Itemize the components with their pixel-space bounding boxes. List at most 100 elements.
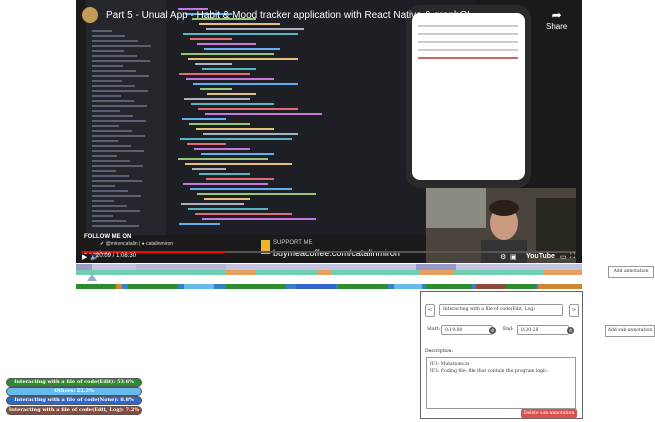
sidebar-file-line <box>92 60 150 62</box>
share-label: Share <box>546 22 568 31</box>
code-line <box>182 118 226 120</box>
sidebar-file-line <box>92 185 115 187</box>
code-line <box>185 163 292 165</box>
timeline-category-track-2[interactable] <box>76 270 582 275</box>
sidebar-file-line <box>92 65 123 67</box>
phone-row <box>418 57 518 59</box>
captions-icon[interactable]: ▣ <box>510 253 517 261</box>
code-line <box>206 28 304 30</box>
video-time: 20:09 / 1:08:30 <box>96 253 137 259</box>
video-player[interactable]: Part 5 - Unual App - Habit & Mood tracke… <box>76 0 582 263</box>
sidebar-file-line <box>92 125 119 127</box>
activity-badge-others: Others: 22.2% <box>6 387 142 396</box>
code-line <box>189 123 250 125</box>
sidebar-file-line <box>92 100 134 102</box>
code-line <box>190 38 232 40</box>
activity-badge-edit-log: Interacting with a file of code(Edit, Lo… <box>6 406 142 415</box>
prev-button[interactable]: < <box>425 304 435 317</box>
sub-annotation-editor: < Interacting with a file of code(Edit, … <box>420 291 583 419</box>
activity-badge-edit: Interacting with a file of code(Edit): 5… <box>6 378 142 387</box>
sidebar-file-line <box>92 80 122 82</box>
code-line <box>195 63 232 65</box>
sidebar-file-line <box>92 175 129 177</box>
code-line <box>194 148 250 150</box>
follow-label: FOLLOW ME ON <box>84 234 132 240</box>
theater-mode-icon[interactable]: ▭ <box>560 253 567 261</box>
sidebar-file-line <box>92 140 118 142</box>
phone-row <box>418 49 518 51</box>
video-frame-phone <box>406 5 531 188</box>
set-start-time-icon[interactable]: ⏱ <box>489 327 496 334</box>
video-frame-phone-screen <box>412 13 525 180</box>
sidebar-file-line <box>92 95 121 97</box>
sidebar-file-line <box>92 225 139 227</box>
sidebar-file-line <box>92 205 127 207</box>
code-line <box>195 213 292 215</box>
description-line: IF1: Mutations.ts <box>430 362 470 367</box>
code-line <box>187 143 226 145</box>
code-line <box>197 43 256 45</box>
code-line <box>190 188 292 190</box>
code-line <box>193 83 298 85</box>
code-line <box>188 58 298 60</box>
sidebar-file-line <box>92 35 125 37</box>
sidebar-file-line <box>92 160 130 162</box>
sidebar-file-line <box>92 50 124 52</box>
sidebar-file-line <box>92 195 141 197</box>
code-line <box>207 93 256 95</box>
sidebar-file-line <box>92 40 138 42</box>
activity-select[interactable]: Interacting with a file of code(Edit, Lo… <box>439 304 563 316</box>
end-time-input[interactable]: 0:20:28 <box>517 325 569 335</box>
share-icon: ➦ <box>551 8 562 22</box>
fullscreen-icon[interactable]: ⛶ <box>570 253 575 261</box>
code-line <box>200 88 232 90</box>
youtube-logo[interactable]: YouTube <box>526 253 555 260</box>
timeline-activity-track[interactable] <box>76 284 582 289</box>
sidebar-file-line <box>92 55 137 57</box>
code-line <box>198 108 298 110</box>
sidebar-file-line <box>92 145 131 147</box>
code-line <box>188 208 268 210</box>
play-icon[interactable]: ▶ <box>82 253 87 261</box>
description-textarea[interactable]: IF1: Mutations.ts IF3: Coding file: file… <box>426 357 576 409</box>
delete-sub-annotation-button[interactable]: Delete sub-annotation <box>521 409 577 418</box>
start-time-input[interactable]: 0:19:00 <box>441 325 493 335</box>
sidebar-file-line <box>92 155 117 157</box>
sidebar-file-line <box>92 200 114 202</box>
code-line <box>205 113 322 115</box>
social-handles: ✔ @mironcatalin | ● catalinmiron <box>100 241 174 247</box>
code-line <box>204 48 280 50</box>
share-button[interactable]: ➦ Share <box>546 8 567 31</box>
channel-avatar[interactable] <box>82 7 98 23</box>
description-label: Description: <box>425 349 453 354</box>
sidebar-file-line <box>92 210 140 212</box>
category-badge-debugging: Debugging: 15.5% <box>7 284 65 290</box>
sidebar-file-line <box>92 30 112 32</box>
code-line <box>201 153 274 155</box>
settings-icon[interactable]: ⚙ <box>500 253 506 261</box>
code-line <box>206 178 274 180</box>
code-line <box>181 53 274 55</box>
sidebar-file-line <box>92 120 146 122</box>
code-line <box>179 223 220 225</box>
next-button[interactable]: > <box>569 304 579 317</box>
sidebar-file-line <box>92 130 132 132</box>
sidebar-file-line <box>92 150 144 152</box>
category-badge-irrelevant: Irrelevant: 6.1% <box>11 292 61 298</box>
video-frame-sidebar <box>86 0 166 235</box>
sidebar-file-line <box>92 110 120 112</box>
phone-row <box>418 41 518 43</box>
video-title[interactable]: Part 5 - Unual App - Habit & Mood tracke… <box>106 10 473 21</box>
sidebar-file-line <box>92 45 151 47</box>
code-line <box>186 78 274 80</box>
timeline-cursor-icon[interactable] <box>87 274 97 281</box>
add-annotation-button[interactable]: Add annotation <box>608 266 654 278</box>
code-line <box>181 203 244 205</box>
add-sub-annotation-button[interactable]: Add sub-annotation <box>605 325 655 337</box>
set-end-time-icon[interactable]: ⏱ <box>567 327 574 334</box>
code-line <box>178 158 268 160</box>
sidebar-file-line <box>92 135 145 137</box>
support-label: SUPPORT ME <box>273 240 313 246</box>
sidebar-file-line <box>92 75 149 77</box>
code-line <box>183 183 268 185</box>
